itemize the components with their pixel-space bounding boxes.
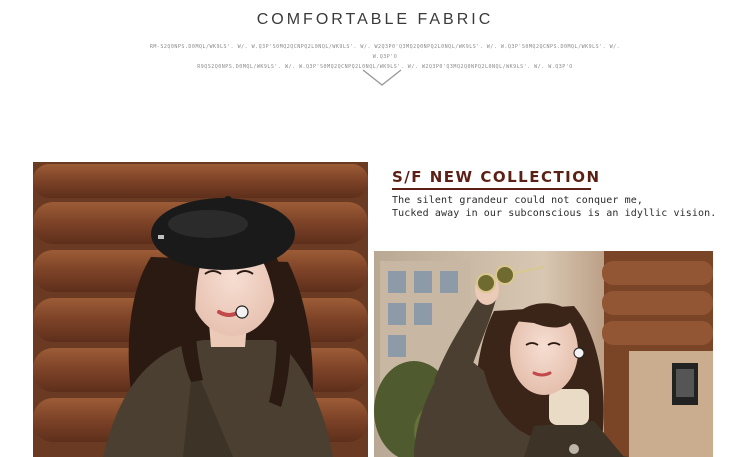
tagline-line-2: Tucked away in our subconscious is an id… xyxy=(392,208,717,219)
tagline-line-1: The silent grandeur could not conquer me… xyxy=(392,195,643,206)
fine-print-line-1: RM-S2Q0NPS.D0MQL/WK9LS'. W/. W.Q3P'S0MQ2… xyxy=(149,44,621,60)
model-photo-beret xyxy=(33,162,368,457)
chevron-down-icon xyxy=(362,69,402,86)
collection-title: S/F NEW COLLECTION xyxy=(392,168,601,186)
title-underline xyxy=(392,188,591,190)
model-photo-sunglasses xyxy=(374,251,713,457)
section-title: COMFORTABLE FABRIC xyxy=(256,11,494,28)
